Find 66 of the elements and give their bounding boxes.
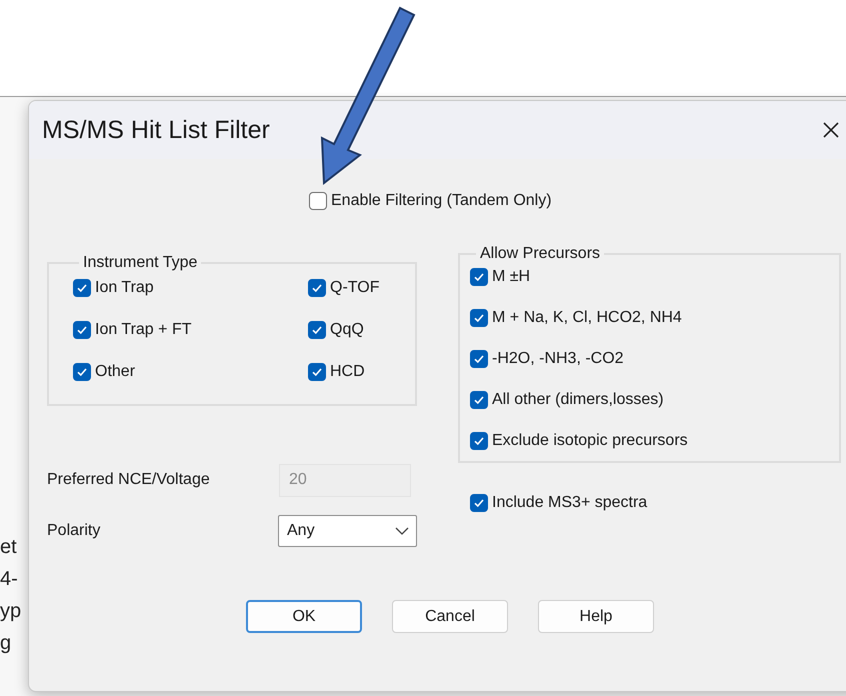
group-title: Allow Precursors bbox=[479, 245, 602, 263]
checkbox[interactable] bbox=[470, 432, 488, 450]
background-text: yp bbox=[0, 599, 22, 624]
checkbox-label: Q-TOF bbox=[330, 279, 380, 297]
checkbox[interactable] bbox=[308, 363, 326, 381]
precursor-checkbox[interactable]: All other (dimers,losses) bbox=[470, 388, 839, 412]
check-icon bbox=[311, 324, 323, 336]
close-icon bbox=[822, 121, 840, 139]
background-text: et bbox=[0, 535, 18, 560]
check-icon bbox=[473, 497, 485, 509]
window-title: MS/MS Hit List Filter bbox=[42, 116, 270, 144]
checkbox[interactable] bbox=[470, 350, 488, 368]
checkbox-label: HCD bbox=[330, 363, 365, 381]
check-icon bbox=[473, 435, 485, 447]
instrument-checkbox[interactable]: Q-TOF bbox=[308, 276, 428, 300]
checkbox[interactable] bbox=[73, 321, 91, 339]
checkbox-label: Ion Trap + FT bbox=[95, 321, 192, 339]
checkbox[interactable] bbox=[470, 494, 488, 512]
checkbox-label: All other (dimers,losses) bbox=[492, 391, 664, 409]
instrument-checkbox[interactable]: Other bbox=[73, 360, 308, 384]
checkbox-label: Exclude isotopic precursors bbox=[492, 432, 688, 450]
check-icon bbox=[311, 366, 323, 378]
background-text: 4- bbox=[0, 567, 19, 592]
chevron-down-icon bbox=[395, 527, 409, 535]
precursor-checkbox[interactable]: -H2O, -NH3, -CO2 bbox=[470, 347, 839, 371]
enable-filtering-checkbox[interactable]: Enable Filtering (Tandem Only) bbox=[309, 189, 552, 213]
checkbox[interactable] bbox=[470, 268, 488, 286]
checkbox[interactable] bbox=[470, 309, 488, 327]
field-label: Polarity bbox=[47, 522, 100, 540]
checkbox[interactable] bbox=[308, 321, 326, 339]
checkbox-label: QqQ bbox=[330, 321, 364, 339]
precursor-checkbox[interactable]: Exclude isotopic precursors bbox=[470, 429, 839, 453]
checkbox-label: Include MS3+ spectra bbox=[492, 494, 648, 512]
check-icon bbox=[473, 271, 485, 283]
check-icon bbox=[76, 324, 88, 336]
checkbox[interactable] bbox=[470, 391, 488, 409]
checkbox-label: -H2O, -NH3, -CO2 bbox=[492, 350, 624, 368]
include-ms3-checkbox[interactable]: Include MS3+ spectra bbox=[470, 491, 648, 515]
group-title: Instrument Type bbox=[82, 254, 198, 272]
instrument-checkbox[interactable]: Ion Trap + FT bbox=[73, 318, 308, 342]
check-icon bbox=[76, 366, 88, 378]
instrument-checkbox[interactable]: QqQ bbox=[308, 318, 428, 342]
dialog-button[interactable]: Cancel bbox=[392, 600, 508, 633]
checkbox[interactable] bbox=[308, 279, 326, 297]
checkbox-label: M + Na, K, Cl, HCO2, NH4 bbox=[492, 309, 682, 327]
dialog-button[interactable]: Help bbox=[538, 600, 654, 633]
instrument-checkbox[interactable]: Ion Trap bbox=[73, 276, 308, 300]
checkbox-label: Ion Trap bbox=[95, 279, 154, 297]
checkbox-label: Enable Filtering (Tandem Only) bbox=[331, 192, 552, 210]
check-icon bbox=[473, 394, 485, 406]
checkbox[interactable] bbox=[73, 363, 91, 381]
precursor-checkbox[interactable]: M + Na, K, Cl, HCO2, NH4 bbox=[470, 306, 839, 330]
precursor-checkbox[interactable]: M ±H bbox=[470, 265, 839, 289]
polarity-dropdown[interactable]: Any bbox=[278, 515, 417, 547]
checkbox-label: M ±H bbox=[492, 268, 530, 286]
instrument-checkbox[interactable]: HCD bbox=[308, 360, 428, 384]
check-icon bbox=[473, 312, 485, 324]
dialog-button[interactable]: OK bbox=[246, 600, 362, 633]
background-text: g bbox=[0, 631, 12, 656]
checkbox-label: Other bbox=[95, 363, 136, 381]
check-icon bbox=[76, 282, 88, 294]
check-icon bbox=[473, 353, 485, 365]
checkbox[interactable] bbox=[73, 279, 91, 297]
field-label: Preferred NCE/Voltage bbox=[47, 471, 210, 489]
checkbox[interactable] bbox=[309, 192, 327, 210]
check-icon bbox=[311, 282, 323, 294]
